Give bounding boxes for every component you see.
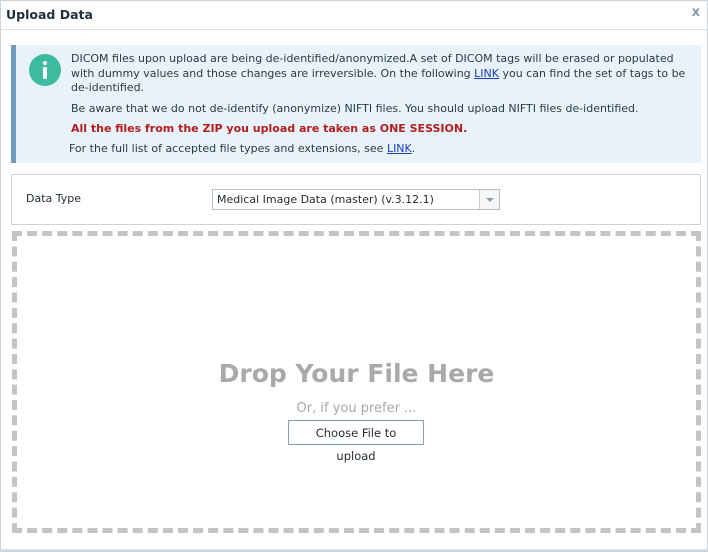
drop-title: Drop Your File Here [218, 359, 495, 388]
dialog-title: Upload Data [6, 7, 93, 22]
info-panel: DICOM files upon upload are being de-ide… [11, 45, 701, 163]
nifti-notice: Be aware that we do not de-identify (ano… [71, 101, 639, 115]
info-icon [29, 54, 61, 86]
data-type-selected-value: Medical Image Data (master) (v.3.12.1) [217, 193, 434, 206]
data-type-select[interactable]: Medical Image Data (master) (v.3.12.1) [212, 189, 500, 210]
dialog-titlebar: Upload Data x [1, 1, 707, 30]
data-type-row: Data Type Medical Image Data (master) (v… [11, 174, 701, 225]
deidentify-notice: DICOM files upon upload are being de-ide… [71, 52, 686, 94]
deidentify-tags-link[interactable]: LINK [474, 67, 499, 80]
file-types-link[interactable]: LINK [387, 142, 412, 155]
chevron-down-icon[interactable] [479, 190, 499, 209]
file-dropzone[interactable]: Drop Your File Here Or, if you prefer ..… [12, 231, 701, 533]
zip-session-warning: All the files from the ZIP you upload ar… [71, 122, 468, 135]
close-icon[interactable]: x [692, 5, 700, 21]
data-type-label: Data Type [26, 192, 82, 205]
choose-file-button[interactable]: Choose File to upload [288, 420, 424, 463]
file-types-notice: For the full list of accepted file types… [69, 141, 416, 155]
drop-subtitle: Or, if you prefer ... [296, 401, 417, 416]
upload-data-dialog: Upload Data x DICOM files upon upload ar… [0, 0, 708, 552]
info-text: DICOM files upon upload are being de-ide… [69, 52, 696, 156]
dialog-footer-divider [1, 549, 707, 551]
